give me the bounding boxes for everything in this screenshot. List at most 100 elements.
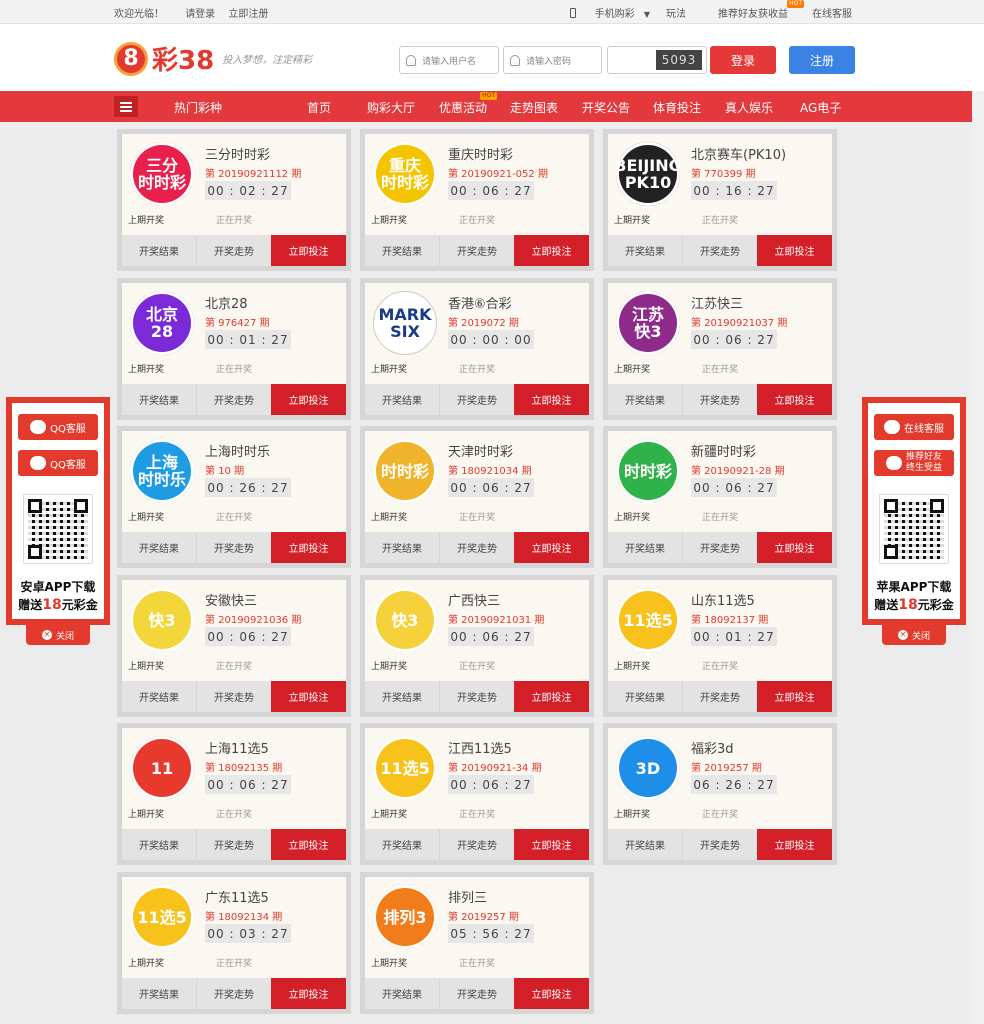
bet-now-button[interactable]: 立即投注 [514,235,589,266]
results-button[interactable]: 开奖结果 [608,235,683,266]
trend-button[interactable]: 开奖走势 [440,829,514,860]
lottery-logo-icon[interactable]: 11 [130,736,194,800]
service-link[interactable]: 在线客服 [812,5,852,20]
close-right-panel-button[interactable]: ✕ 关闭 [882,625,946,645]
lottery-logo-icon[interactable]: 11选5 [373,736,437,800]
bet-now-button[interactable]: 立即投注 [514,978,589,1009]
bet-now-button[interactable]: 立即投注 [514,681,589,712]
trend-button[interactable]: 开奖走势 [197,384,271,415]
nav-ag-electronic[interactable]: AG电子 [800,99,841,116]
nav-announcements[interactable]: 开奖公告 [582,99,630,116]
lottery-name[interactable]: 广西快三 [448,590,500,609]
bet-now-button[interactable]: 立即投注 [514,829,589,860]
lottery-logo-icon[interactable]: 3D [616,736,680,800]
results-button[interactable]: 开奖结果 [365,532,440,563]
lottery-name[interactable]: 安徽快三 [205,590,257,609]
nav-hot-lotteries[interactable]: 热门彩种 [174,99,222,116]
bet-now-button[interactable]: 立即投注 [757,235,832,266]
refer-link[interactable]: 推荐好友获收益 HOT [702,0,804,20]
results-button[interactable]: 开奖结果 [365,384,440,415]
qq-service-button-1[interactable]: QQ客服 [18,414,98,440]
nav-lottery-hall[interactable]: 购彩大厅 [367,99,415,116]
trend-button[interactable]: 开奖走势 [440,384,514,415]
trend-button[interactable]: 开奖走势 [197,532,271,563]
trend-button[interactable]: 开奖走势 [683,384,757,415]
results-button[interactable]: 开奖结果 [122,978,197,1009]
results-button[interactable]: 开奖结果 [608,829,683,860]
lottery-logo-icon[interactable]: 江苏 快3 [616,291,680,355]
close-left-panel-button[interactable]: ✕ 关闭 [26,625,90,645]
login-button[interactable]: 登录 [710,46,776,74]
results-button[interactable]: 开奖结果 [365,235,440,266]
results-button[interactable]: 开奖结果 [365,978,440,1009]
trend-button[interactable]: 开奖走势 [683,681,757,712]
bet-now-button[interactable]: 立即投注 [271,681,346,712]
nav-trend-charts[interactable]: 走势图表 [510,99,558,116]
captcha-field[interactable]: 5093 [607,46,707,74]
results-button[interactable]: 开奖结果 [122,681,197,712]
results-button[interactable]: 开奖结果 [122,384,197,415]
lottery-name[interactable]: 广东11选5 [205,887,269,906]
trend-button[interactable]: 开奖走势 [683,829,757,860]
login-link[interactable]: 请登录 [185,9,215,20]
results-button[interactable]: 开奖结果 [608,384,683,415]
lottery-name[interactable]: 山东11选5 [691,590,755,609]
results-button[interactable]: 开奖结果 [122,532,197,563]
trend-button[interactable]: 开奖走势 [197,978,271,1009]
trend-button[interactable]: 开奖走势 [440,681,514,712]
refer-friend-button[interactable]: 推荐好友 终生受益 [874,450,954,476]
mobile-link[interactable]: 手机购彩 ▼ [554,5,650,20]
results-button[interactable]: 开奖结果 [122,829,197,860]
lottery-name[interactable]: 上海时时乐 [205,441,270,460]
trend-button[interactable]: 开奖走势 [197,829,271,860]
trend-button[interactable]: 开奖走势 [197,681,271,712]
trend-button[interactable]: 开奖走势 [440,978,514,1009]
lottery-name[interactable]: 天津时时彩 [448,441,513,460]
lottery-logo-icon[interactable]: 重庆 时时彩 [373,142,437,206]
lottery-logo-icon[interactable]: 快3 [130,588,194,652]
lottery-name[interactable]: 江西11选5 [448,738,512,757]
bet-now-button[interactable]: 立即投注 [271,829,346,860]
lottery-logo-icon[interactable]: 排列3 [373,885,437,949]
trend-button[interactable]: 开奖走势 [440,235,514,266]
lottery-name[interactable]: 排列三 [448,887,487,906]
nav-promotions[interactable]: 优惠活动 HOT [439,92,498,116]
lottery-logo-icon[interactable]: 三分 时时彩 [130,142,194,206]
lottery-name[interactable]: 上海11选5 [205,738,269,757]
bet-now-button[interactable]: 立即投注 [271,532,346,563]
trend-button[interactable]: 开奖走势 [683,235,757,266]
bet-now-button[interactable]: 立即投注 [514,384,589,415]
online-service-button[interactable]: 在线客服 [874,414,954,440]
nav-sports[interactable]: 体育投注 [653,99,701,116]
lottery-name[interactable]: 重庆时时彩 [448,144,513,163]
lottery-name[interactable]: 福彩3d [691,738,734,757]
lottery-logo-icon[interactable]: 快3 [373,588,437,652]
lottery-logo-icon[interactable]: BEIJING PK10 [614,142,682,206]
bet-now-button[interactable]: 立即投注 [271,384,346,415]
menu-icon[interactable] [114,96,138,117]
qq-service-button-2[interactable]: QQ客服 [18,450,98,476]
lottery-logo-icon[interactable]: 11选5 [616,588,680,652]
results-button[interactable]: 开奖结果 [122,235,197,266]
trend-button[interactable]: 开奖走势 [683,532,757,563]
play-link[interactable]: 玩法 [666,5,686,20]
lottery-logo-icon[interactable]: MARK SIX [373,291,437,355]
captcha-image[interactable]: 5093 [656,50,702,70]
bet-now-button[interactable]: 立即投注 [757,384,832,415]
lottery-name[interactable]: 江苏快三 [691,293,743,312]
results-button[interactable]: 开奖结果 [608,532,683,563]
bet-now-button[interactable]: 立即投注 [514,532,589,563]
bet-now-button[interactable]: 立即投注 [757,532,832,563]
trend-button[interactable]: 开奖走势 [197,235,271,266]
results-button[interactable]: 开奖结果 [365,681,440,712]
lottery-name[interactable]: 北京28 [205,293,248,312]
trend-button[interactable]: 开奖走势 [440,532,514,563]
lottery-name[interactable]: 三分时时彩 [205,144,270,163]
bet-now-button[interactable]: 立即投注 [757,829,832,860]
register-button[interactable]: 注册 [789,46,855,74]
nav-home[interactable]: 首页 [307,99,331,116]
bet-now-button[interactable]: 立即投注 [271,235,346,266]
lottery-logo-icon[interactable]: 时时彩 [373,439,437,503]
site-logo[interactable]: 8 彩38 投入梦想，注定精彩 [114,40,312,77]
lottery-logo-icon[interactable]: 上海 时时乐 [130,439,194,503]
